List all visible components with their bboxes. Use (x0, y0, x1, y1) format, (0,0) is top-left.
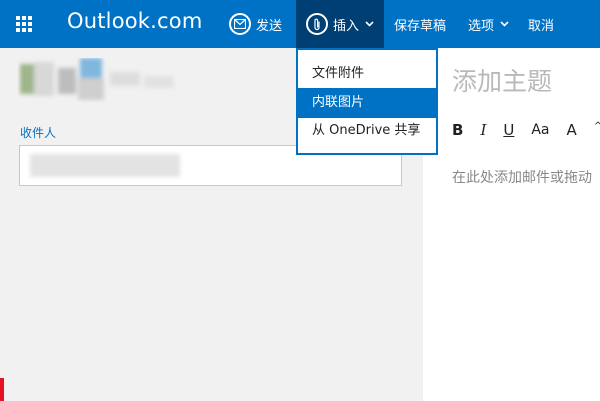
grow-font-label: A (566, 121, 577, 139)
font-size-button[interactable]: Aa (531, 122, 549, 138)
menu-item-share-onedrive[interactable]: 从 OneDrive 共享 (298, 116, 436, 146)
menu-item-file-attachment[interactable]: 文件附件 (298, 59, 436, 89)
italic-button[interactable]: I (480, 121, 486, 139)
underline-button[interactable]: U (503, 121, 514, 139)
grow-font-caret-icon: ^ (593, 121, 600, 132)
format-toolbar: B I U Aa A^ A (452, 121, 600, 139)
grow-font-button[interactable]: A ^ (567, 121, 600, 139)
subject-input[interactable]: 添加主题 (452, 62, 552, 98)
message-body-input[interactable]: 在此处添加邮件或拖动 (452, 167, 592, 187)
menu-item-inline-picture[interactable]: 内联图片 (298, 88, 436, 118)
bold-button[interactable]: B (452, 121, 463, 139)
insert-dropdown-menu: 文件附件 内联图片 从 OneDrive 共享 (296, 48, 438, 155)
